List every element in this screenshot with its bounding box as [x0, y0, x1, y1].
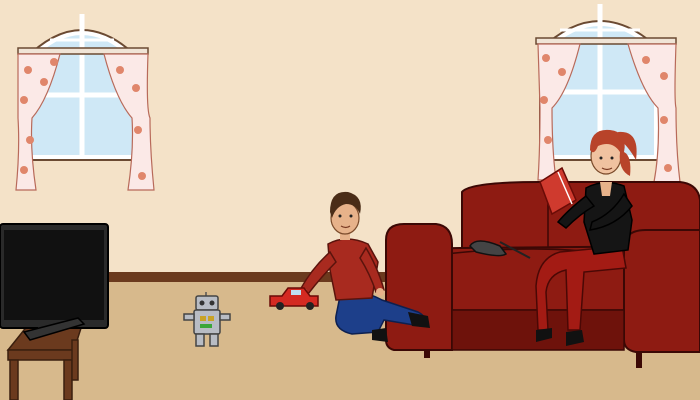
television: [0, 223, 109, 341]
living-room-scene: [0, 0, 700, 400]
scene-canvas: [0, 0, 700, 400]
